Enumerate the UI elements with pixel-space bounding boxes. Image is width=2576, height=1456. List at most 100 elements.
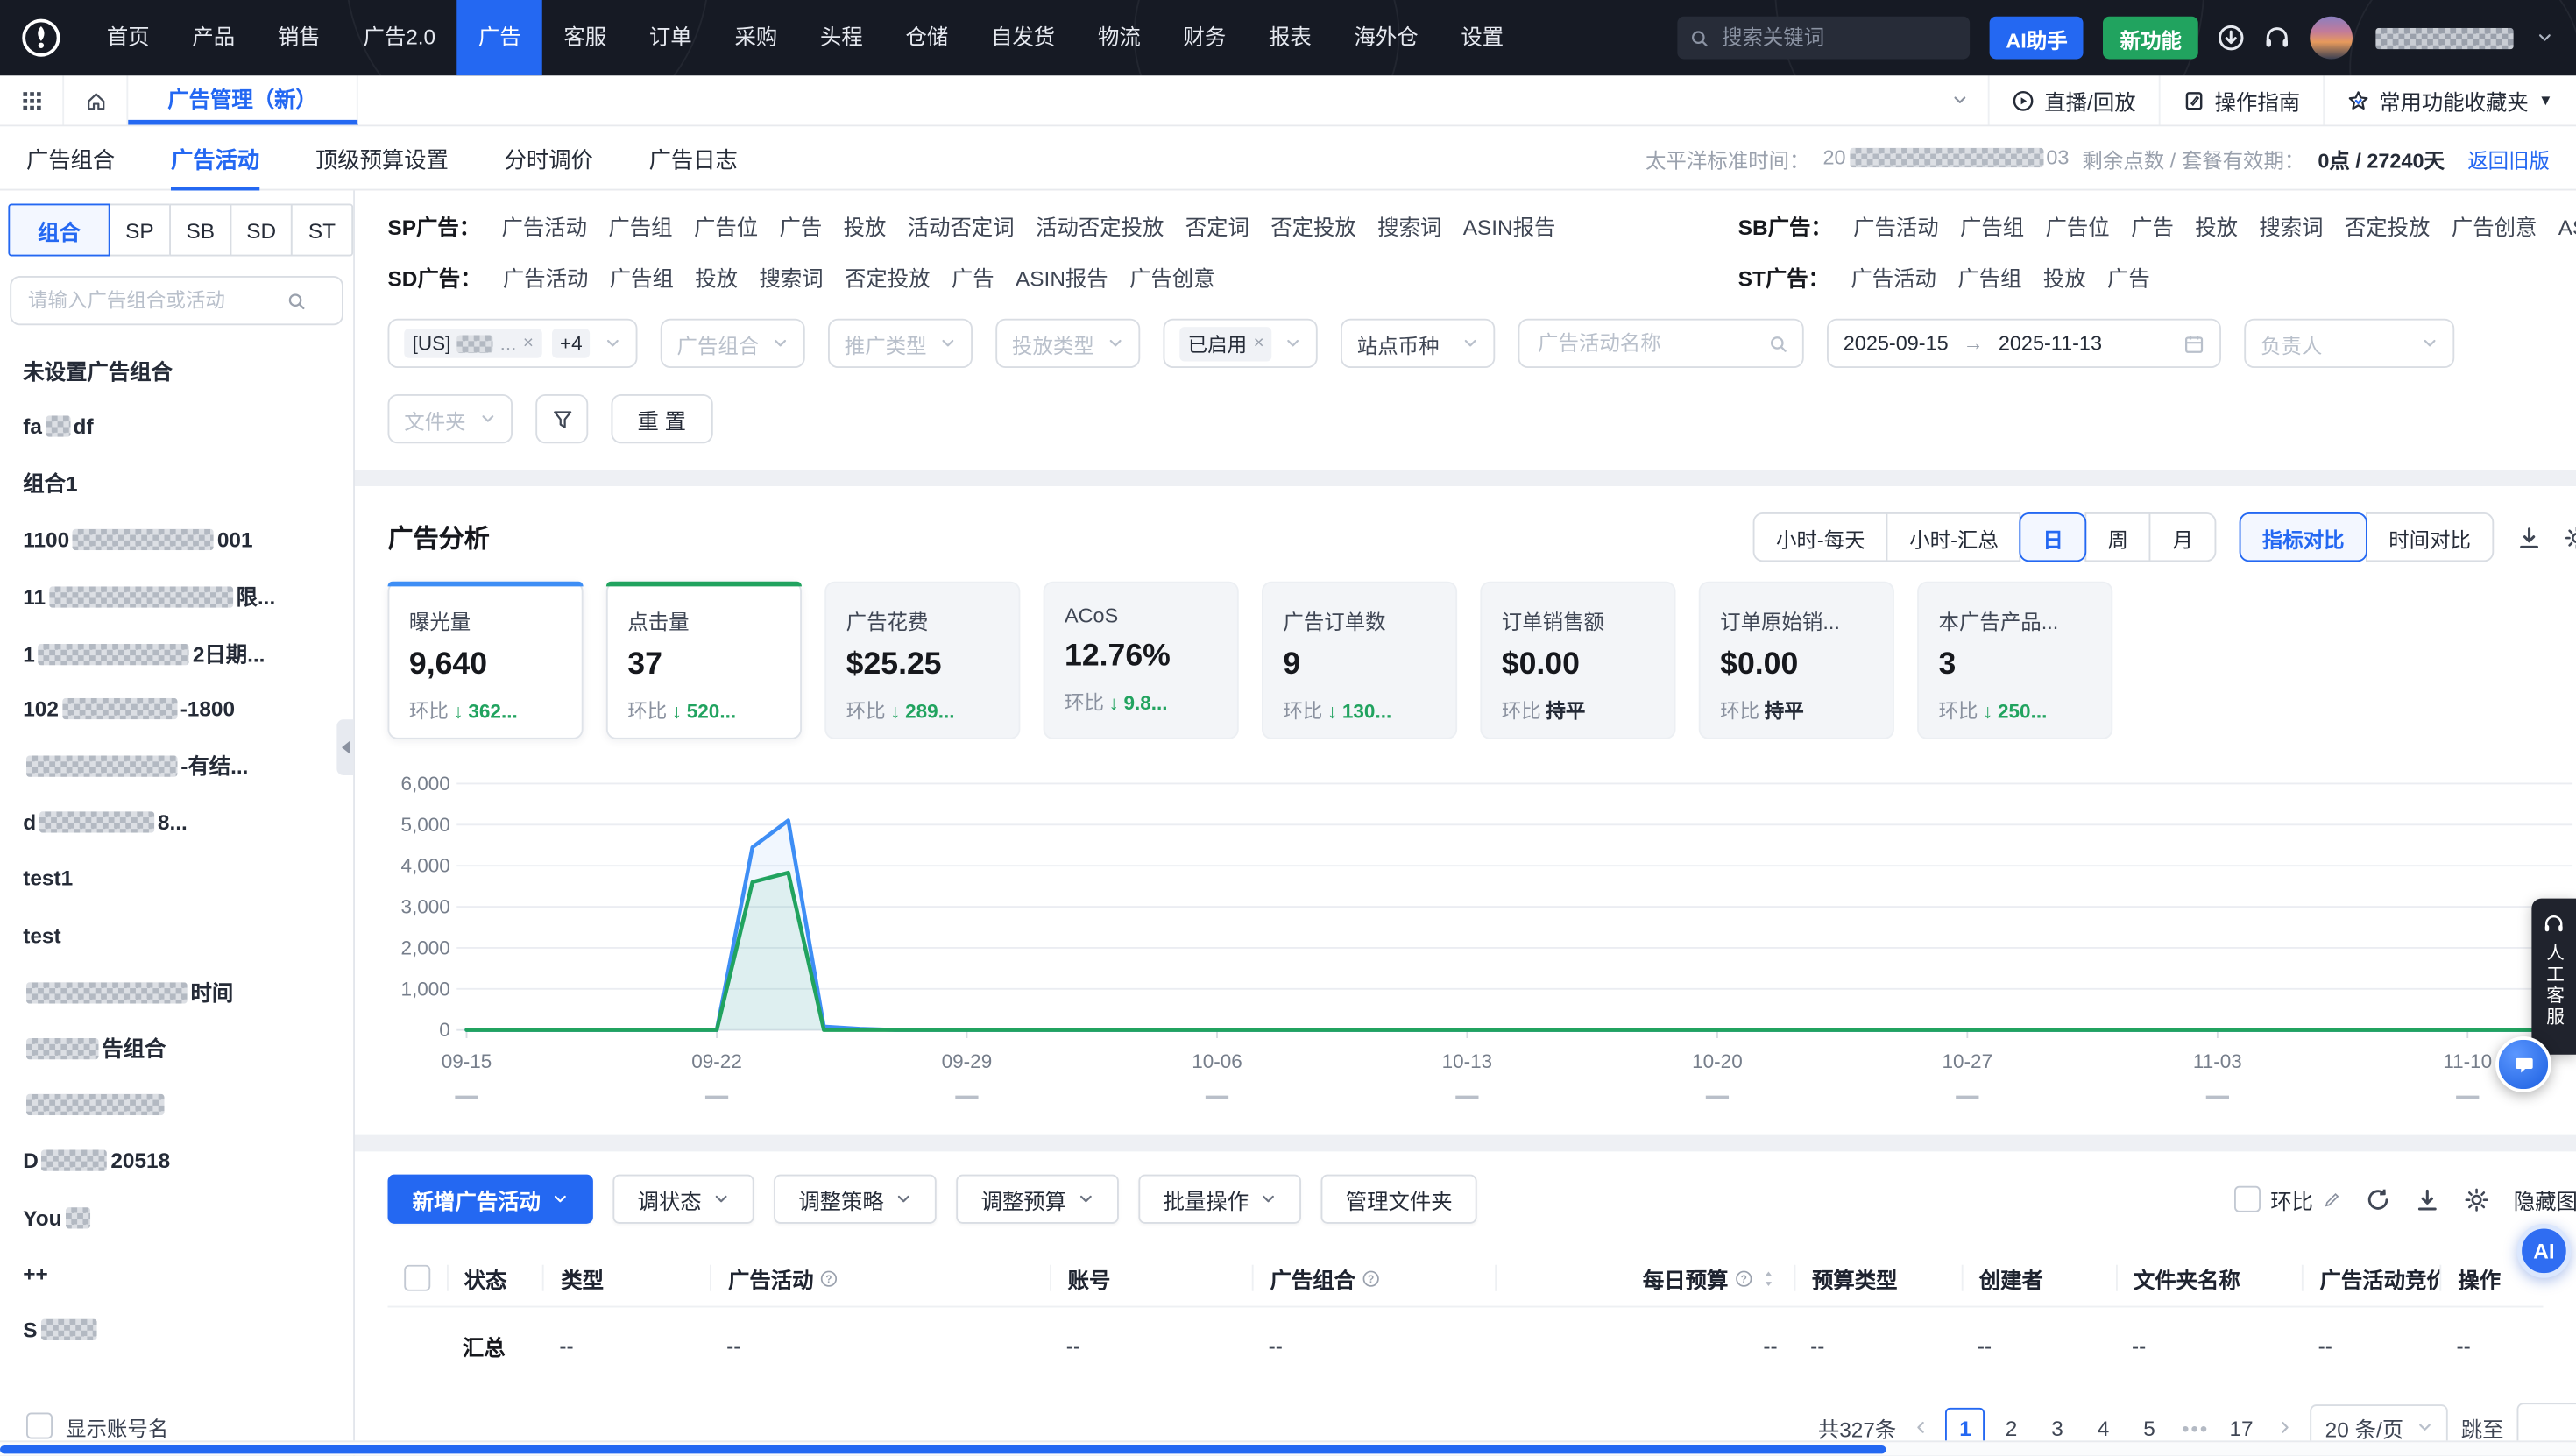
nav-item[interactable]: 广告2.0 [342,0,456,75]
quicklink[interactable]: 广告 [779,210,822,242]
show-account-checkbox[interactable] [26,1413,53,1439]
sidebar-collapse-handle[interactable] [336,719,353,775]
quicklink[interactable]: 广告组 [610,261,674,293]
quicklink[interactable]: 搜索词 [2259,210,2323,242]
portfolio-list-item[interactable]: S [23,1302,353,1358]
sidebar-tab[interactable]: ST [291,204,353,257]
tab-ad-management[interactable]: 广告管理（新） [128,75,358,124]
table-header-cell[interactable]: 账号 [1050,1265,1252,1291]
ai-assistant-button[interactable]: AI助手 [1990,17,2084,60]
user-menu-chevron-icon[interactable] [2537,30,2553,46]
favorites-menu[interactable]: 常用功能收藏夹 ▼ [2323,75,2576,124]
quicklink[interactable]: ASIN报告 [2558,210,2576,242]
operation-guide-link[interactable]: 操作指南 [2159,75,2324,124]
quicklink[interactable]: 广告 [2107,261,2150,293]
quicklink[interactable]: 广告组 [1960,210,2024,242]
portfolio-list-item[interactable]: 告组合 [23,1020,353,1076]
quicklink[interactable]: 广告位 [694,210,758,242]
quicklink[interactable]: 搜索词 [759,261,823,293]
app-grid-icon[interactable] [0,75,64,124]
ratio-toggle[interactable]: 环比 [2234,1184,2341,1215]
currency-filter[interactable]: 站点币种 [1341,319,1495,368]
portfolio-list-item[interactable]: D20518 [23,1133,353,1189]
account-more-tag[interactable]: +4 [552,329,591,358]
back-to-old-link[interactable]: 返回旧版 [2467,142,2550,173]
nav-item[interactable]: 产品 [171,0,257,75]
quicklink[interactable]: 投放 [2043,261,2086,293]
metric-card[interactable]: 广告花费 $25.25 环比 ↓ 289... [824,582,1020,739]
nav-item[interactable]: 设置 [1440,0,1525,75]
help-question-icon[interactable] [1735,1269,1753,1287]
sidebar-tab[interactable]: SD [230,204,293,257]
tabs-dropdown-chevron-icon[interactable] [1933,75,1989,124]
granularity-option[interactable]: 周 [2084,512,2151,562]
reset-button[interactable]: 重 置 [612,394,713,443]
portfolio-list-item[interactable]: test [23,907,353,963]
portfolio-list-item[interactable]: ++ [23,1246,353,1302]
status-filter[interactable]: 已启用 × [1164,319,1318,368]
toolbar-button[interactable]: 管理文件夹 [1321,1175,1477,1224]
help-question-icon[interactable] [1362,1269,1381,1287]
download-chart-icon[interactable] [2517,525,2542,549]
ratio-checkbox[interactable] [2234,1186,2261,1212]
new-campaign-button[interactable]: 新增广告活动 [388,1175,593,1224]
quicklink[interactable]: 广告活动 [502,210,588,242]
folder-filter[interactable]: 文件夹 [388,394,513,443]
portfolio-list-item[interactable]: 时间 [23,963,353,1019]
nav-item[interactable]: 头程 [799,0,885,75]
granularity-option[interactable]: 日 [2020,512,2086,562]
nav-item[interactable]: 客服 [542,0,628,75]
remove-account-icon[interactable]: × [523,334,534,354]
horizontal-scrollbar-thumb[interactable] [0,1445,1886,1453]
toolbar-button[interactable]: 调整策略 [774,1175,937,1224]
app-logo[interactable] [20,17,63,60]
global-search[interactable] [1677,17,1970,60]
prev-page-icon[interactable] [1909,1419,1932,1436]
new-features-button[interactable]: 新功能 [2104,17,2198,60]
table-header-cell[interactable]: 状态 [446,1265,542,1291]
live-replay-link[interactable]: 直播/回放 [1989,75,2159,124]
metric-card[interactable]: 广告订单数 9 环比 ↓ 130... [1262,582,1457,739]
chart-settings-gear-icon[interactable] [2565,525,2576,549]
ai-fab[interactable]: AI [2517,1224,2572,1278]
quicklink[interactable]: 广告活动 [1851,261,1936,293]
nav-item[interactable]: 物流 [1077,0,1163,75]
quicklink[interactable]: 否定投放 [845,261,931,293]
quicklink[interactable]: 否定投放 [2345,210,2431,242]
next-page-icon[interactable] [2275,1419,2297,1436]
portfolio-list-item[interactable]: 102-1800 [23,681,353,737]
portfolio-filter[interactable]: 广告组合 [661,319,805,368]
nav-item[interactable]: 采购 [713,0,799,75]
portfolio-list-item[interactable]: You [23,1189,353,1245]
human-support-widget[interactable]: 人工客服 [2531,899,2576,1055]
quicklink[interactable]: 广告位 [2046,210,2110,242]
portfolio-list-item[interactable]: 11限... [23,568,353,624]
quicklink[interactable]: ASIN报告 [1463,210,1556,242]
nav-item[interactable]: 海外仓 [1333,0,1440,75]
toolbar-button[interactable]: 调整预算 [956,1175,1119,1224]
promo-type-filter[interactable]: 推广类型 [828,319,973,368]
table-header-cell[interactable]: 每日预算 [1496,1265,1794,1291]
nav-item[interactable]: 自发货 [970,0,1077,75]
subtab[interactable]: 顶级预算设置 [315,141,449,174]
refresh-icon[interactable] [2366,1187,2390,1212]
nav-item[interactable]: 订单 [628,0,714,75]
portfolio-list-item[interactable]: 组合1 [23,455,353,511]
subtab[interactable]: 广告活动 [171,141,259,174]
granularity-option[interactable]: 小时-汇总 [1886,512,2021,562]
sort-carets-icon[interactable] [1759,1269,1778,1287]
advanced-filter-button[interactable] [535,394,588,443]
download-table-icon[interactable] [2415,1187,2439,1212]
portfolio-list-item[interactable]: -有结... [23,737,353,793]
toolbar-button[interactable]: 批量操作 [1138,1175,1301,1224]
metric-card[interactable]: 订单销售额 $0.00 环比 ↓ 持平 [1480,582,1675,739]
remove-status-icon[interactable]: × [1254,334,1264,354]
metric-card[interactable]: 曝光量 9,640 环比 ↓ 362... [388,582,584,739]
quicklink[interactable]: 否定词 [1185,210,1249,242]
portfolio-list-item[interactable]: test1 [23,850,353,906]
date-range-picker[interactable]: 2025-09-15 → 2025-11-13 [1827,319,2221,368]
headset-support-icon[interactable] [2264,25,2290,51]
subtab[interactable]: 广告组合 [26,141,115,174]
quicklink[interactable]: 广告 [952,261,994,293]
portfolio-list-item[interactable]: 1100001 [23,511,353,567]
